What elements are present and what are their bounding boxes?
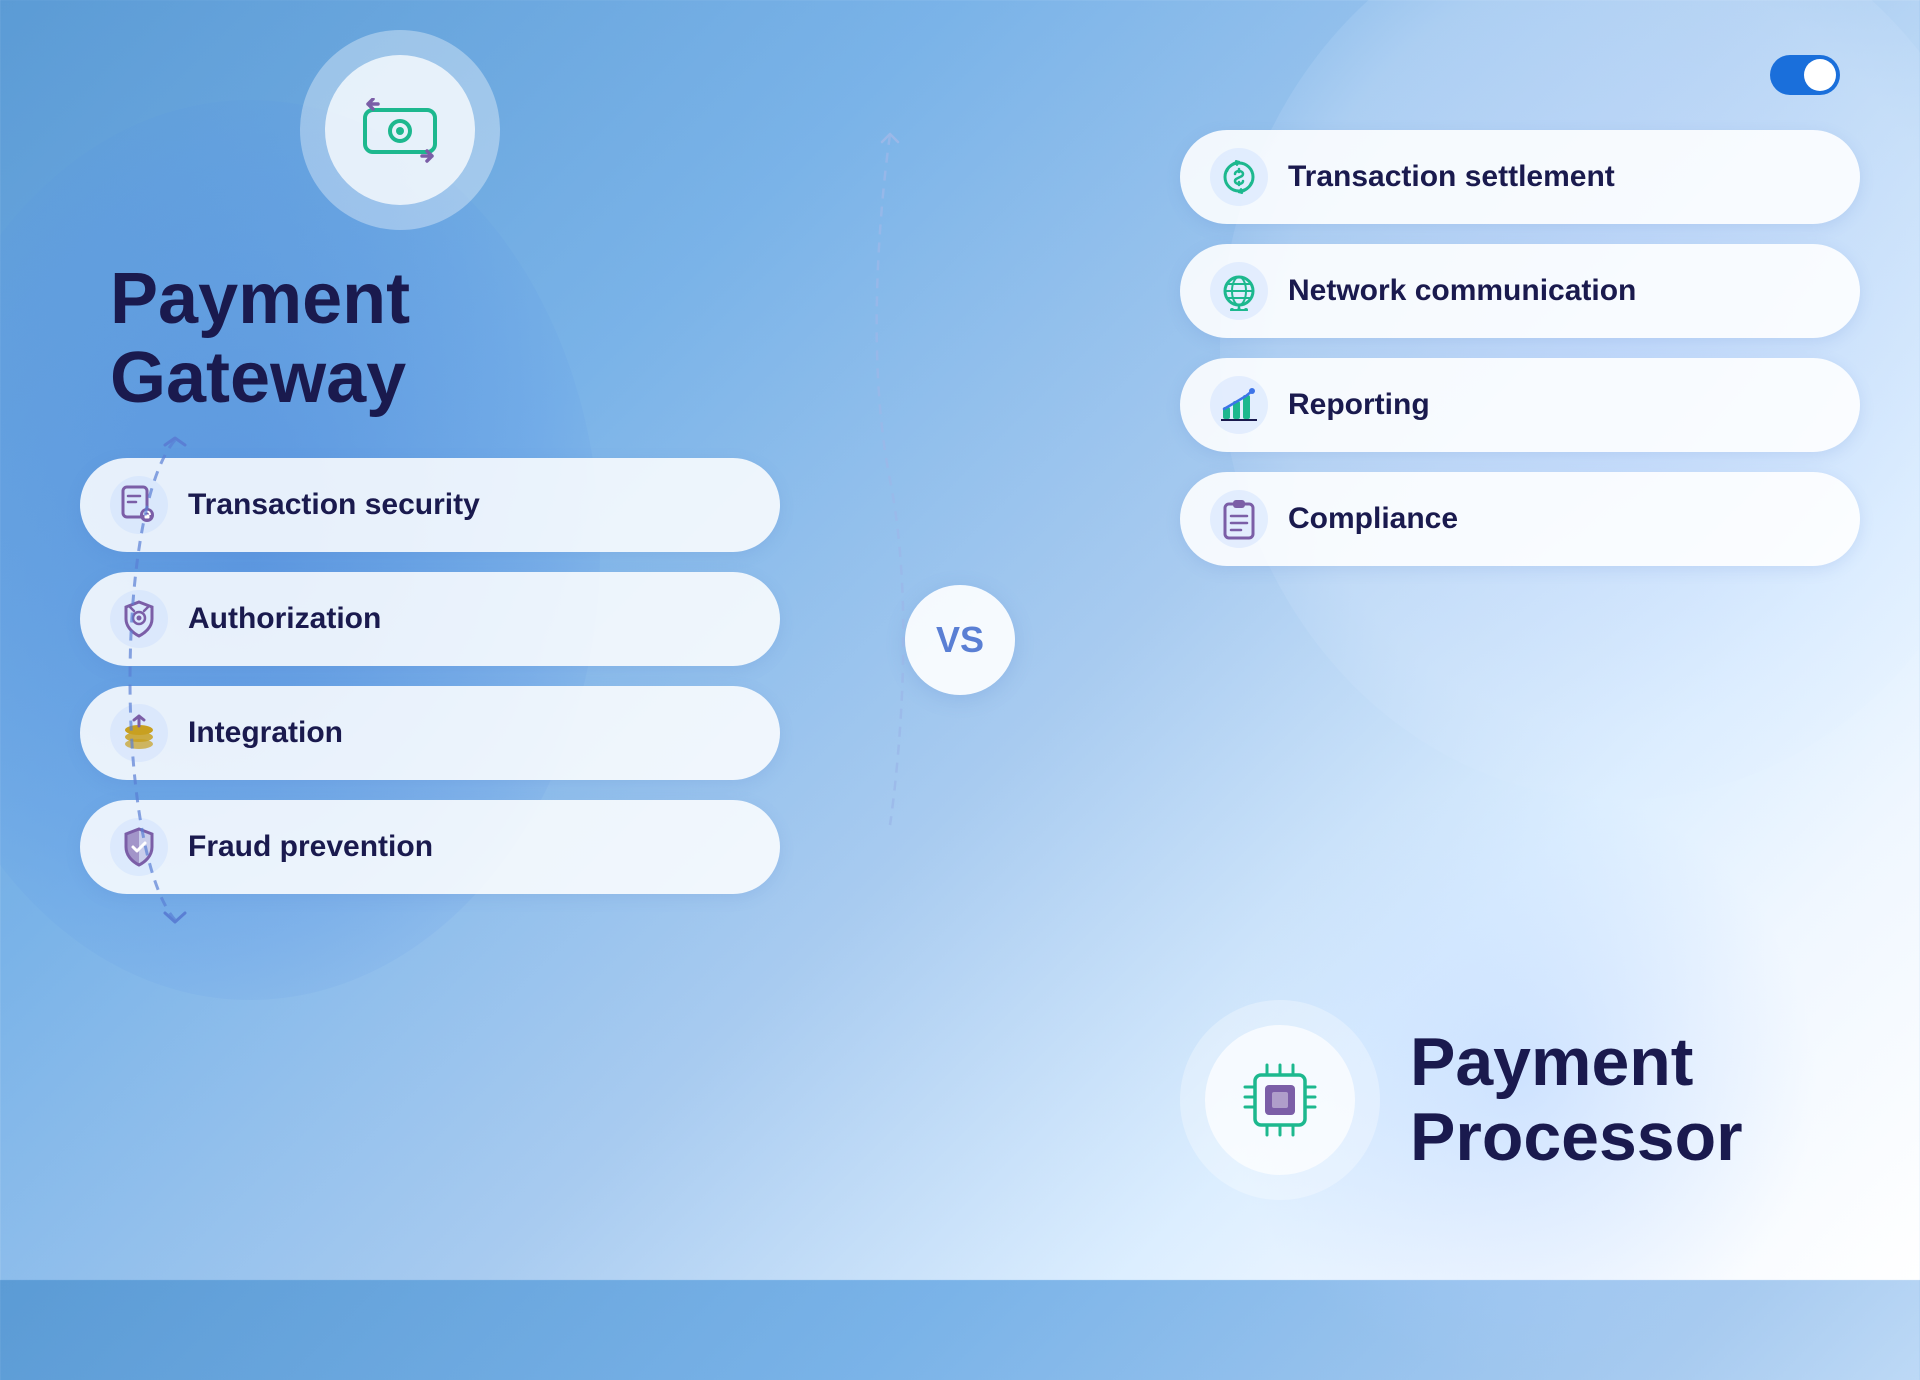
chart-bar-icon <box>1219 385 1259 425</box>
gateway-title: Payment Gateway <box>110 260 780 418</box>
compliance-label: Compliance <box>1288 502 1458 536</box>
right-feature-list: Transaction settlement <box>1180 130 1860 566</box>
authorization-label: Authorization <box>188 602 381 636</box>
processor-section: Payment Processor <box>1180 1000 1860 1200</box>
dashed-arc-right <box>850 130 930 835</box>
fraud-prevention-label: Fraud prevention <box>188 830 433 864</box>
transaction-security-label: Transaction security <box>188 488 480 522</box>
feature-item-compliance: Compliance <box>1180 472 1860 566</box>
feature-item-transaction-settlement: Transaction settlement <box>1180 130 1860 224</box>
processor-chip-icon <box>1235 1055 1325 1145</box>
feature-item-network-communication: Network communication <box>1180 244 1860 338</box>
transaction-settlement-label: Transaction settlement <box>1288 160 1615 194</box>
money-cycle-icon <box>1219 157 1259 197</box>
reporting-label: Reporting <box>1288 388 1430 422</box>
network-communication-icon-bg <box>1210 262 1268 320</box>
transaction-settlement-icon-bg <box>1210 148 1268 206</box>
dashed-curve-left <box>95 430 215 935</box>
right-section: Transaction settlement <box>1180 130 1860 566</box>
network-communication-label: Network communication <box>1288 274 1636 308</box>
compliance-icon-bg <box>1210 490 1268 548</box>
processor-title: Payment Processor <box>1410 1025 1743 1175</box>
feature-item-reporting: Reporting <box>1180 358 1860 452</box>
processor-icon-container <box>1180 1000 1380 1200</box>
toggle-button[interactable] <box>1770 55 1840 95</box>
vs-label: VS <box>936 619 984 661</box>
globe-network-icon <box>1219 271 1259 311</box>
reporting-icon-bg <box>1210 376 1268 434</box>
processor-inner-circle <box>1205 1025 1355 1175</box>
clipboard-icon <box>1221 498 1257 540</box>
